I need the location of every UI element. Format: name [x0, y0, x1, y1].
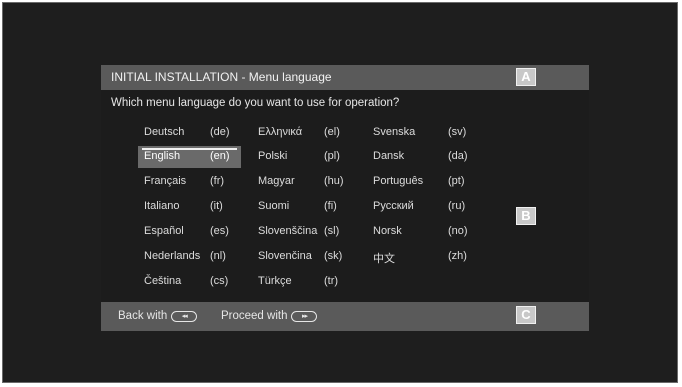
language-code: (cs) — [210, 275, 229, 287]
installation-dialog: INITIAL INSTALLATION - Menu language A W… — [101, 65, 589, 331]
language-name: Magyar — [258, 175, 295, 187]
language-code: (de) — [210, 126, 230, 138]
language-code: (sl) — [324, 225, 340, 237]
language-name: Norsk — [373, 225, 402, 237]
language-code: (nl) — [210, 250, 226, 262]
language-option-hu[interactable]: Magyar (hu) — [252, 171, 355, 193]
language-name: Polski — [258, 150, 288, 162]
language-name: English — [144, 150, 181, 162]
back-label: Back with — [118, 310, 168, 322]
language-code: (pl) — [324, 150, 340, 162]
language-option-fi[interactable]: Suomi (fi) — [252, 196, 355, 218]
language-name: Svenska — [373, 126, 416, 138]
language-code: (no) — [448, 225, 468, 237]
marker-c: C — [516, 306, 536, 324]
dialog-title: INITIAL INSTALLATION - Menu language — [111, 70, 332, 84]
language-option-it[interactable]: Italiano (it) — [138, 196, 241, 218]
language-name: Italiano — [144, 200, 180, 212]
language-code: (pt) — [448, 175, 465, 187]
language-option-cs[interactable]: Čeština (cs) — [138, 271, 241, 293]
language-code: (fi) — [324, 200, 337, 212]
language-name: 中文 — [373, 253, 395, 265]
language-option-de[interactable]: Deutsch (de) — [138, 122, 241, 144]
language-name: Français — [144, 175, 187, 187]
language-option-el[interactable]: Ελληνικά (el) — [252, 122, 355, 144]
language-panel: Which menu language do you want to use f… — [101, 90, 589, 302]
language-code: (ru) — [448, 200, 466, 212]
language-question: Which menu language do you want to use f… — [111, 97, 400, 109]
language-option-en[interactable]: English (en) — [138, 146, 241, 168]
proceed-hint[interactable]: Proceed with ▸▸ — [221, 310, 318, 322]
language-code: (el) — [324, 126, 340, 138]
language-code: (zh) — [448, 250, 467, 262]
marker-b: B — [516, 207, 536, 225]
language-name: Español — [144, 225, 184, 237]
language-code: (tr) — [324, 275, 339, 287]
language-option-no[interactable]: Norsk (no) — [367, 221, 470, 243]
language-code: (es) — [210, 225, 229, 237]
language-option-pl[interactable]: Polski (pl) — [252, 146, 355, 168]
language-name: Slovenščina — [258, 225, 318, 237]
language-option-fr[interactable]: Français (fr) — [138, 171, 241, 193]
language-code: (hu) — [324, 175, 344, 187]
language-option-sl[interactable]: Slovenščina (sl) — [252, 221, 355, 243]
language-name: Dansk — [373, 150, 405, 162]
back-hint[interactable]: Back with ◂◂ — [118, 310, 198, 322]
language-name: Русский — [373, 200, 414, 212]
forward-key-icon: ▸▸ — [291, 310, 318, 322]
language-option-tr[interactable]: Türkçe (tr) — [252, 271, 355, 293]
language-code: (fr) — [210, 175, 225, 187]
language-code: (sv) — [448, 126, 467, 138]
language-code: (da) — [448, 150, 468, 162]
language-option-zh[interactable]: 中文 (zh) — [367, 246, 470, 268]
proceed-label: Proceed with — [221, 310, 288, 322]
language-code: (sk) — [324, 250, 343, 262]
language-code: (en) — [210, 150, 230, 162]
language-option-es[interactable]: Español (es) — [138, 221, 241, 243]
language-option-pt[interactable]: Português (pt) — [367, 171, 470, 193]
language-option-sv[interactable]: Svenska (sv) — [367, 122, 470, 144]
language-option-da[interactable]: Dansk (da) — [367, 146, 470, 168]
language-name: Türkçe — [258, 275, 292, 287]
rewind-key-icon: ◂◂ — [171, 310, 198, 322]
language-name: Ελληνικά — [258, 126, 303, 138]
marker-a: A — [516, 68, 536, 86]
tv-screen: INITIAL INSTALLATION - Menu language A W… — [2, 2, 678, 383]
language-name: Suomi — [258, 200, 290, 212]
language-name: Português — [373, 175, 424, 187]
language-option-sk[interactable]: Slovenčina (sk) — [252, 246, 355, 268]
language-name: Nederlands — [144, 250, 201, 262]
language-name: Deutsch — [144, 126, 185, 138]
dialog-footer: Back with ◂◂ Proceed with ▸▸ C — [101, 302, 589, 331]
language-code: (it) — [210, 200, 223, 212]
language-option-nl[interactable]: Nederlands (nl) — [138, 246, 241, 268]
language-name: Čeština — [144, 275, 182, 287]
language-name: Slovenčina — [258, 250, 312, 262]
dialog-titlebar: INITIAL INSTALLATION - Menu language A — [101, 65, 589, 89]
language-option-ru[interactable]: Русский (ru) — [367, 196, 470, 218]
